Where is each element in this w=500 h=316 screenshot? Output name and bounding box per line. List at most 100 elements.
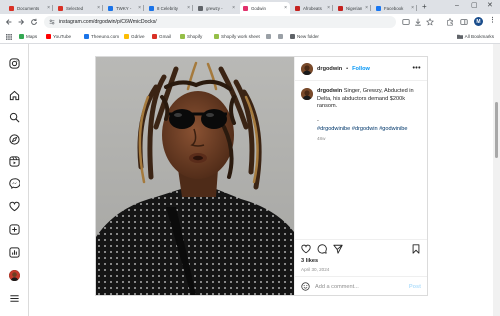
tab-favicon-icon bbox=[338, 5, 343, 11]
close-window-button[interactable]: ✕ bbox=[487, 2, 493, 10]
apps-grid-icon[interactable] bbox=[6, 34, 12, 40]
tab-label: Documents bbox=[17, 5, 40, 11]
bookmark-item[interactable]: Shopify bbox=[180, 34, 202, 39]
tab-label: Afrobeats bbox=[303, 5, 322, 11]
tab-close-icon[interactable]: × bbox=[327, 5, 330, 11]
menu-hamburger-icon[interactable] bbox=[9, 293, 20, 304]
bookmark-item[interactable]: YouTube bbox=[46, 34, 71, 39]
address-bar[interactable]: instagram.com/drgodwin/p/C6WmicDocks/ bbox=[44, 16, 396, 28]
create-post-icon[interactable] bbox=[9, 224, 20, 235]
cast-icon[interactable] bbox=[402, 18, 410, 26]
bookmark-favicon-icon bbox=[278, 34, 283, 39]
post-header: drgodwin • Follow bbox=[295, 57, 427, 81]
tab-close-icon[interactable]: × bbox=[284, 5, 287, 11]
forward-icon[interactable] bbox=[17, 18, 25, 26]
tab-close-icon[interactable]: × bbox=[97, 5, 100, 11]
maximize-button[interactable]: ▢ bbox=[471, 2, 478, 10]
bookmark-item[interactable] bbox=[266, 34, 273, 39]
caption-dash: - bbox=[317, 117, 319, 124]
bookmark-favicon-icon bbox=[266, 34, 271, 39]
bookmark-label: Maps bbox=[26, 34, 38, 39]
minimize-button[interactable]: – bbox=[455, 2, 459, 10]
reload-icon[interactable] bbox=[30, 18, 38, 26]
author-avatar[interactable] bbox=[301, 62, 313, 75]
extensions-icon[interactable] bbox=[446, 18, 454, 26]
bookmark-item[interactable]: Gdrive bbox=[124, 34, 145, 39]
browser-tab[interactable]: Afrobeats × bbox=[292, 2, 333, 14]
post-details-panel: drgodwin • Follow ••• drgodwin Singer, G… bbox=[294, 57, 427, 295]
site-info-icon[interactable] bbox=[49, 19, 55, 25]
portrait-image bbox=[96, 57, 294, 295]
new-tab-button[interactable]: + bbox=[422, 3, 427, 11]
browser-toolbar: instagram.com/drgodwin/p/C6WmicDocks/ M … bbox=[0, 14, 500, 31]
home-icon[interactable] bbox=[9, 90, 20, 101]
reels-icon[interactable] bbox=[9, 156, 20, 167]
follow-button[interactable]: Follow bbox=[352, 66, 370, 72]
tab-favicon-icon bbox=[295, 5, 300, 11]
bookmark-favicon-icon bbox=[290, 34, 295, 39]
tab-close-icon[interactable]: × bbox=[187, 5, 190, 11]
hashtags-link[interactable]: #drgodwinibe #drgodwin #godwinibe bbox=[317, 126, 423, 134]
comment-icon[interactable] bbox=[317, 244, 327, 254]
browser-tab[interactable]: Facebook × bbox=[373, 2, 417, 14]
scrollbar-thumb[interactable] bbox=[495, 102, 498, 158]
likes-count[interactable]: 3 likes bbox=[301, 258, 318, 264]
notifications-heart-icon[interactable] bbox=[9, 201, 20, 212]
tab-separator bbox=[52, 5, 53, 11]
profile-avatar-icon[interactable] bbox=[9, 270, 20, 281]
browser-tab[interactable]: Godwin × bbox=[240, 2, 290, 14]
bookmark-item[interactable] bbox=[278, 34, 285, 39]
share-icon[interactable] bbox=[333, 244, 343, 254]
bookmark-label: Gdrive bbox=[131, 34, 145, 39]
bookmark-star-icon[interactable] bbox=[426, 18, 434, 26]
bookmark-item[interactable]: Gmail bbox=[152, 34, 171, 39]
author-username[interactable]: drgodwin bbox=[317, 66, 342, 72]
bookmark-item[interactable]: Theeuno.com bbox=[84, 34, 119, 39]
tab-close-icon[interactable]: × bbox=[138, 5, 141, 11]
caption-username[interactable]: drgodwin bbox=[317, 88, 342, 94]
tab-close-icon[interactable]: × bbox=[47, 5, 50, 11]
more-options-icon[interactable]: ••• bbox=[412, 65, 421, 72]
tab-close-icon[interactable]: × bbox=[365, 5, 368, 11]
bookmark-label: New folder bbox=[297, 34, 319, 39]
download-icon[interactable] bbox=[414, 18, 422, 26]
bookmark-item[interactable]: New folder bbox=[290, 34, 319, 39]
post-photo[interactable] bbox=[96, 57, 294, 295]
side-panel-icon[interactable] bbox=[460, 18, 468, 26]
browser-tab[interactable]: grewzy - × bbox=[195, 2, 238, 14]
instagram-logo-icon[interactable] bbox=[9, 58, 20, 69]
browser-tab[interactable]: TWKY - × bbox=[105, 2, 144, 14]
caption: drgodwin Singer, Grewzy, Abducted in Del… bbox=[317, 88, 423, 143]
browser-menu-button[interactable]: ⋮ bbox=[489, 17, 496, 25]
like-heart-icon[interactable] bbox=[301, 244, 311, 254]
bookmark-item[interactable]: Maps bbox=[19, 34, 37, 39]
bookmark-item[interactable]: Shopify work sheet bbox=[214, 34, 260, 39]
tab-close-icon[interactable]: × bbox=[411, 5, 414, 11]
browser-tab[interactable]: Selected × bbox=[55, 2, 103, 14]
tab-close-icon[interactable]: × bbox=[232, 5, 235, 11]
comment-input[interactable]: Add a comment... bbox=[315, 284, 404, 290]
browser-tab[interactable]: 8 Celebrity × bbox=[146, 2, 193, 14]
explore-icon[interactable] bbox=[9, 134, 20, 145]
browser-tab[interactable]: Documents × bbox=[6, 2, 53, 14]
tab-favicon-icon bbox=[108, 5, 113, 11]
save-bookmark-icon[interactable] bbox=[411, 244, 421, 254]
post-comment-button[interactable]: Post bbox=[409, 284, 421, 290]
back-icon[interactable] bbox=[5, 18, 13, 26]
tab-label: TWKY - bbox=[116, 5, 132, 11]
messenger-icon[interactable] bbox=[9, 178, 20, 189]
emoji-icon[interactable] bbox=[301, 282, 310, 291]
bookmark-label: Gmail bbox=[159, 34, 171, 39]
profile-avatar[interactable]: M bbox=[474, 17, 483, 26]
browser-tab[interactable]: Nigerian × bbox=[335, 2, 371, 14]
post-date: April 30, 2024 bbox=[301, 267, 330, 272]
bookmarks-bar: Maps YouTube Theeuno.com Gdrive Gmail Shopify… bbox=[0, 31, 500, 44]
caption-author-avatar[interactable] bbox=[301, 88, 313, 100]
search-icon[interactable] bbox=[9, 112, 20, 123]
tab-separator bbox=[332, 5, 333, 11]
tab-label: Nigerian bbox=[346, 5, 363, 11]
bookmark-favicon-icon bbox=[180, 34, 185, 39]
page-scrollbar[interactable] bbox=[493, 44, 500, 316]
all-bookmarks-button[interactable]: All Bookmarks bbox=[456, 34, 494, 39]
dashboard-icon[interactable] bbox=[9, 247, 20, 258]
